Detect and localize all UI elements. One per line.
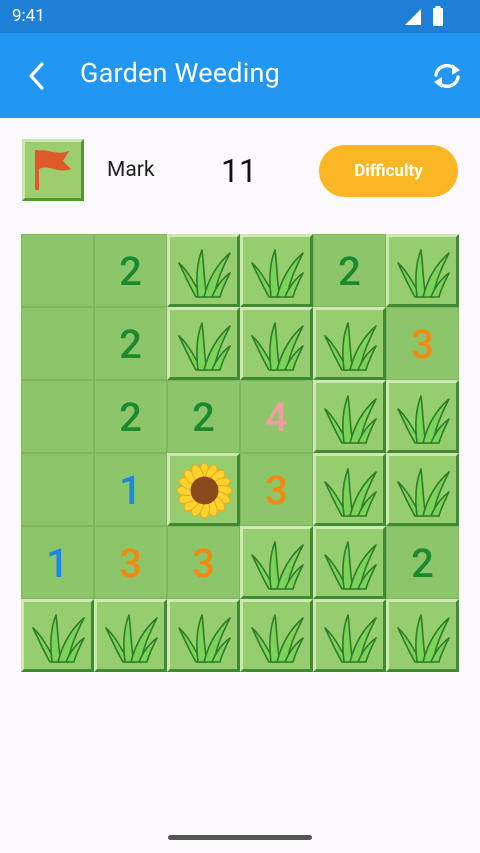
number-tile: 2 xyxy=(313,234,386,307)
covered-tile[interactable] xyxy=(167,234,240,307)
covered-tile[interactable] xyxy=(240,307,313,380)
flower-tile xyxy=(167,453,240,526)
empty-tile xyxy=(21,380,94,453)
number-tile: 3 xyxy=(386,307,459,380)
covered-tile[interactable] xyxy=(240,234,313,307)
number-tile: 1 xyxy=(21,526,94,599)
page-title: Garden Weeding xyxy=(80,57,280,89)
sunflower-icon xyxy=(176,462,233,519)
home-indicator xyxy=(168,835,312,840)
covered-tile[interactable] xyxy=(21,599,94,672)
number-tile: 3 xyxy=(240,453,313,526)
refresh-icon xyxy=(434,64,460,88)
grass-icon xyxy=(324,395,377,444)
covered-tile[interactable] xyxy=(240,599,313,672)
mode-label: Mark xyxy=(107,158,155,182)
tile-number: 2 xyxy=(192,394,215,441)
grass-icon xyxy=(397,614,450,663)
grass-icon xyxy=(397,249,450,298)
grass-icon xyxy=(397,468,450,517)
number-tile: 2 xyxy=(94,307,167,380)
covered-tile[interactable] xyxy=(167,599,240,672)
refresh-button[interactable] xyxy=(430,59,464,93)
status-bar: 9:41 xyxy=(0,0,480,33)
tile-number: 1 xyxy=(46,540,69,587)
empty-tile xyxy=(21,453,94,526)
covered-tile[interactable] xyxy=(313,526,386,599)
grass-icon xyxy=(251,541,304,590)
flag-icon xyxy=(35,150,71,190)
signal-icon xyxy=(405,9,421,25)
grass-icon xyxy=(251,614,304,663)
number-tile: 3 xyxy=(94,526,167,599)
tile-number: 3 xyxy=(119,540,142,587)
covered-tile[interactable] xyxy=(313,307,386,380)
grass-icon xyxy=(105,614,158,663)
number-tile: 2 xyxy=(167,380,240,453)
covered-tile[interactable] xyxy=(386,234,459,307)
grass-icon xyxy=(178,614,231,663)
tile-number: 2 xyxy=(411,540,434,587)
grass-icon xyxy=(32,614,85,663)
grass-icon xyxy=(178,249,231,298)
tile-number: 2 xyxy=(119,248,142,295)
status-time: 9:41 xyxy=(12,6,45,26)
grass-icon xyxy=(251,249,304,298)
empty-tile xyxy=(21,307,94,380)
grass-icon xyxy=(324,468,377,517)
covered-tile[interactable] xyxy=(386,380,459,453)
tile-number: 3 xyxy=(192,540,215,587)
flag-mode-button[interactable] xyxy=(22,139,84,201)
covered-tile[interactable] xyxy=(386,453,459,526)
tile-number: 2 xyxy=(119,394,142,441)
grass-icon xyxy=(324,614,377,663)
number-tile: 4 xyxy=(240,380,313,453)
number-tile: 3 xyxy=(167,526,240,599)
covered-tile[interactable] xyxy=(313,453,386,526)
grass-icon xyxy=(324,541,377,590)
number-tile: 2 xyxy=(94,380,167,453)
covered-tile[interactable] xyxy=(313,599,386,672)
tile-number: 2 xyxy=(119,321,142,368)
number-tile: 2 xyxy=(94,234,167,307)
tile-number: 2 xyxy=(338,248,361,295)
number-tile: 2 xyxy=(386,526,459,599)
back-button[interactable] xyxy=(20,59,54,93)
remaining-count: 11 xyxy=(221,152,257,190)
number-tile: 1 xyxy=(94,453,167,526)
grass-icon xyxy=(178,322,231,371)
covered-tile[interactable] xyxy=(313,380,386,453)
covered-tile[interactable] xyxy=(240,526,313,599)
tile-number: 3 xyxy=(265,467,288,514)
grass-icon xyxy=(324,322,377,371)
tile-number: 1 xyxy=(119,467,142,514)
grass-icon xyxy=(251,322,304,371)
grass-icon xyxy=(397,395,450,444)
back-arrow-icon xyxy=(29,62,44,90)
tile-number: 3 xyxy=(411,321,434,368)
game-board: 2 2 2 3 2 2 4 1 3 1 3 3 2 xyxy=(21,234,459,672)
covered-tile[interactable] xyxy=(386,599,459,672)
app-bar: Garden Weeding xyxy=(0,33,480,118)
battery-icon xyxy=(433,6,443,26)
tile-number: 4 xyxy=(265,394,288,441)
covered-tile[interactable] xyxy=(94,599,167,672)
empty-tile xyxy=(21,234,94,307)
covered-tile[interactable] xyxy=(167,307,240,380)
difficulty-button[interactable]: Difficulty xyxy=(319,145,458,197)
